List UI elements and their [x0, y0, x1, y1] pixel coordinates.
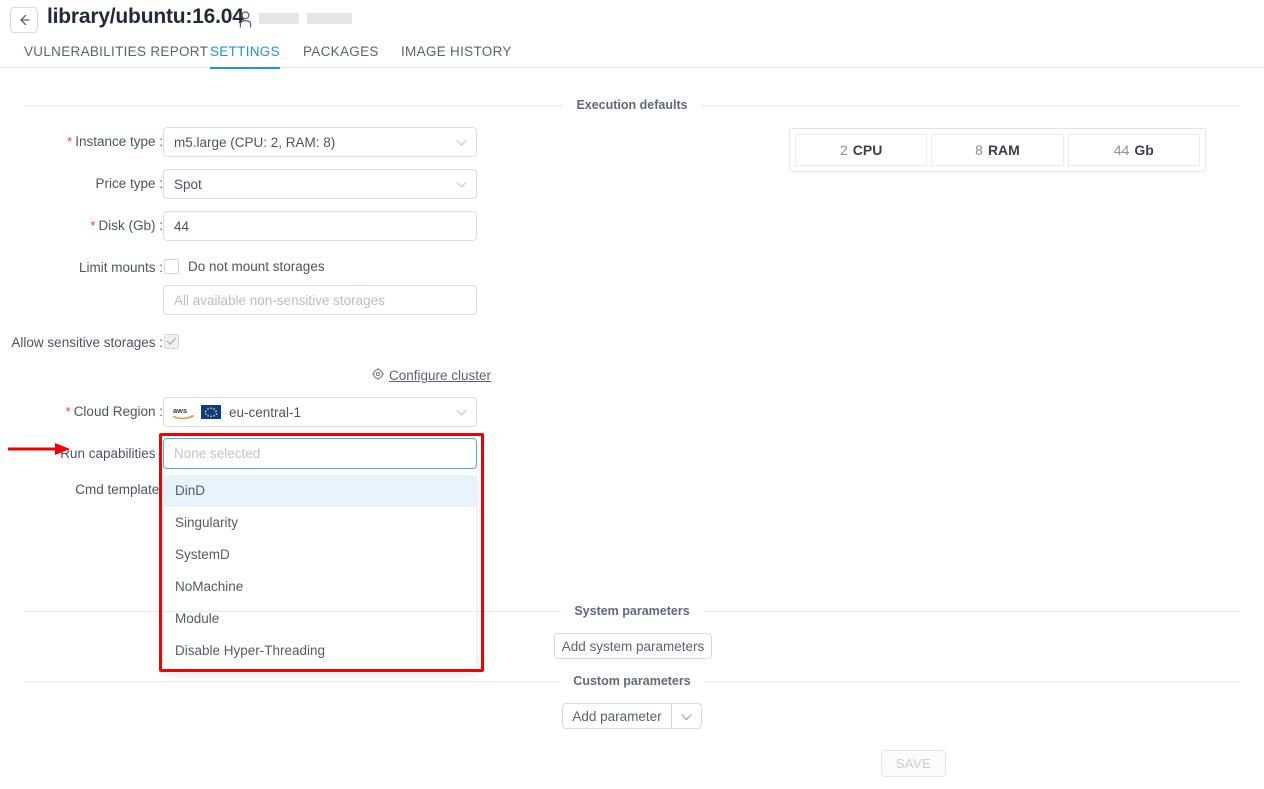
label-instance-type-text: Instance type : — [75, 134, 163, 149]
run-capabilities-input[interactable]: None selected — [163, 438, 477, 469]
check-icon — [166, 337, 176, 345]
aws-logo-icon: aws — [172, 405, 195, 420]
section-title-execution-defaults: Execution defaults — [576, 98, 688, 112]
tab-bar: VULNERABILITIES REPORT SETTINGS PACKAGES… — [0, 40, 1264, 69]
configure-cluster-link[interactable]: Configure cluster — [371, 367, 492, 383]
eu-flag-icon — [201, 405, 221, 419]
page-title: library/ubuntu:16.04 — [47, 5, 244, 28]
add-system-parameters-button[interactable]: Add system parameters — [554, 633, 712, 659]
required-marker-cloud-region: * — [65, 404, 71, 419]
option-dind[interactable]: DinD — [164, 475, 476, 507]
chevron-down-icon — [681, 709, 692, 724]
tab-vulnerabilities-report[interactable]: VULNERABILITIES REPORT — [24, 40, 208, 68]
checkbox-allow-sensitive-storages — [164, 334, 179, 349]
page-header: library/ubuntu:16.04 — [0, 0, 1264, 40]
add-parameter-dropdown-button[interactable] — [672, 703, 702, 729]
required-marker-disk: * — [90, 218, 96, 233]
label-run-capabilities: Run capabilities : — [60, 446, 163, 461]
section-title-custom-parameters: Custom parameters — [573, 674, 691, 688]
option-singularity[interactable]: Singularity — [164, 507, 476, 539]
label-limit-mounts: Limit mounts : — [78, 260, 163, 275]
divider-line-right — [702, 610, 1241, 612]
label-disk: * Disk (Gb) : — [11, 218, 163, 233]
section-divider-system-parameters: System parameters — [24, 604, 1241, 618]
cpu-count: 2 — [839, 142, 848, 158]
add-parameter-button[interactable]: Add parameter — [562, 703, 672, 729]
resource-cell-ram: 8 RAM — [931, 134, 1064, 166]
divider-line-right — [700, 104, 1241, 106]
disk-size: 44 — [1113, 142, 1130, 158]
section-divider-custom-parameters: Custom parameters — [24, 674, 1240, 688]
cloud-region-value: eu-central-1 — [229, 404, 302, 420]
configure-cluster-label: Configure cluster — [389, 368, 492, 383]
label-disk-text: Disk (Gb) : — [98, 218, 163, 233]
tab-settings[interactable]: SETTINGS — [210, 40, 280, 69]
divider-line-left — [24, 610, 562, 612]
option-disable-hyper-threading[interactable]: Disable Hyper-Threading — [164, 635, 476, 667]
gear-icon — [371, 367, 385, 383]
select-instance-type[interactable]: m5.large (CPU: 2, RAM: 8) — [163, 127, 477, 157]
label-instance-type: * Instance type : — [11, 134, 163, 149]
chevron-down-icon — [456, 135, 467, 150]
back-button[interactable] — [10, 7, 38, 33]
label-allow-sensitive-storages: Allow sensitive storages : — [11, 335, 163, 350]
svg-text:aws: aws — [173, 406, 187, 415]
divider-line-left — [24, 104, 564, 106]
checkbox-do-not-mount-storages[interactable] — [164, 259, 179, 274]
chevron-down-icon — [456, 405, 467, 420]
select-price-type[interactable]: Spot — [163, 169, 477, 199]
disk-size-value: 44 — [174, 218, 190, 234]
ram-unit-label: RAM — [987, 142, 1020, 158]
chevron-down-icon — [456, 177, 467, 192]
divider-line-left — [24, 680, 561, 682]
ram-count: 8 — [975, 142, 983, 158]
label-price-type: Price type : — [95, 176, 163, 191]
price-type-value: Spot — [174, 176, 202, 192]
cpu-unit-label: CPU — [852, 142, 883, 158]
label-cmd-template: Cmd template: — [75, 482, 163, 497]
divider-line-right — [703, 680, 1240, 682]
tab-packages[interactable]: PACKAGES — [303, 40, 379, 68]
section-title-system-parameters: System parameters — [574, 604, 690, 618]
section-divider-execution-defaults: Execution defaults — [24, 98, 1241, 112]
resource-cell-disk: 44 Gb — [1067, 134, 1200, 166]
owner-email-redacted — [307, 13, 352, 24]
arrow-left-icon — [20, 14, 30, 26]
settings-page: library/ubuntu:16.04 VULNERABILITIES REP… — [0, 0, 1264, 789]
owner-name-redacted — [259, 13, 299, 24]
instance-type-value: m5.large (CPU: 2, RAM: 8) — [174, 134, 336, 150]
run-capabilities-option-list: DinD Singularity SystemD NoMachine Modul… — [163, 471, 477, 674]
resource-summary-panel: 2 CPU 8 RAM 44 Gb — [789, 128, 1206, 172]
checkbox-label-do-not-mount-storages: Do not mount storages — [188, 259, 325, 274]
label-cloud-region: * Cloud Region : — [11, 404, 163, 419]
run-capabilities-dropdown: None selected DinD Singularity SystemD N… — [163, 438, 477, 674]
option-nomachine[interactable]: NoMachine — [164, 571, 476, 603]
save-button[interactable]: SAVE — [881, 750, 946, 777]
input-limit-mounts-storages[interactable]: All available non-sensitive storages — [163, 285, 477, 315]
tab-image-history[interactable]: IMAGE HISTORY — [401, 40, 512, 68]
required-marker-instance-type: * — [67, 134, 73, 149]
resource-cell-cpu: 2 CPU — [795, 134, 928, 166]
option-systemd[interactable]: SystemD — [164, 539, 476, 571]
user-icon — [238, 11, 253, 33]
label-cloud-region-text: Cloud Region : — [73, 404, 163, 419]
input-disk-size[interactable]: 44 — [163, 211, 477, 241]
limit-mounts-storages-value: All available non-sensitive storages — [174, 292, 385, 308]
select-cloud-region[interactable]: aws eu-central-1 — [163, 397, 477, 427]
run-capabilities-placeholder: None selected — [174, 446, 261, 461]
disk-unit-label: Gb — [1134, 142, 1154, 158]
